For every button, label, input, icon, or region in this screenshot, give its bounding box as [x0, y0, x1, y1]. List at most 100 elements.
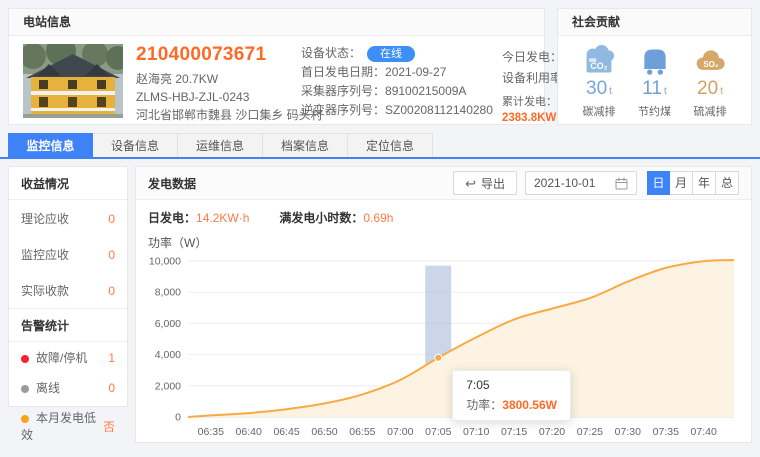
- svg-text:07:35: 07:35: [653, 426, 679, 438]
- svg-text:0: 0: [175, 412, 181, 424]
- svg-text:4,000: 4,000: [155, 349, 181, 361]
- export-button-label: 导出: [481, 175, 505, 192]
- co2-unit: t: [609, 86, 612, 97]
- station-owner: 赵海亮 20.7KW: [136, 70, 288, 88]
- first-gen-date-value: 2021-09-27: [385, 65, 446, 79]
- calendar-icon: [615, 177, 628, 190]
- co2-reduction-item: CO₂ 30t 碳减排: [574, 45, 624, 119]
- coal-value: 11: [642, 78, 662, 99]
- collector-sn-label: 采集器序列号：: [301, 84, 385, 98]
- device-status-label: 设备状态：: [301, 46, 361, 60]
- inverter-sn-label: 逆变器序列号：: [301, 103, 385, 117]
- alarm-item-low-efficiency: 本月发电低效 否: [9, 402, 127, 449]
- svg-text:07:15: 07:15: [501, 426, 527, 438]
- so2-unit: t: [720, 86, 723, 97]
- co2-reduction-icon: CO₂: [580, 45, 618, 77]
- station-identity: 210400073671 赵海亮 20.7KW ZLMS-HBJ-ZJL-024…: [136, 44, 288, 124]
- svg-text:CO₂: CO₂: [590, 61, 607, 71]
- coal-saving-item: 11t 节约煤: [630, 45, 680, 119]
- svg-text:07:40: 07:40: [691, 426, 717, 438]
- tab-maintenance-info[interactable]: 运维信息: [178, 133, 263, 158]
- revenue-item-monitored: 监控应收 0: [9, 236, 127, 272]
- co2-value: 30: [586, 78, 607, 99]
- tab-monitor-info[interactable]: 监控信息: [8, 133, 93, 158]
- station-device-info: 设备状态： 在线 首日发电日期：2021-09-27 采集器序列号：8910021…: [301, 44, 489, 124]
- svg-text:06:35: 06:35: [198, 426, 224, 438]
- station-address: 河北省邯郸市魏县 沙口集乡 码头村: [136, 106, 288, 124]
- so2-label: 硫减排: [685, 103, 735, 119]
- svg-text:SO₂: SO₂: [703, 60, 719, 69]
- sidebar-panel: 收益情况 理论应收 0 监控应收 0 实际收款 0 告警统计 故障/停机 1 离…: [8, 166, 128, 407]
- social-panel-title: 社会贡献: [558, 9, 751, 36]
- tooltip-label: 功率：: [466, 398, 502, 412]
- svg-text:6,000: 6,000: [155, 318, 181, 330]
- svg-text:06:55: 06:55: [349, 426, 375, 438]
- full-hours-label: 满发电小时数：: [279, 211, 363, 225]
- svg-text:07:10: 07:10: [463, 426, 489, 438]
- alarm-item-offline: 离线 0: [9, 372, 127, 402]
- status-badge: 在线: [367, 46, 415, 62]
- station-info-panel: 电站信息 210400073671 赵海亮 20.7KW ZLMS-HBJ-ZJ…: [8, 8, 545, 125]
- alarm-item-fault: 故障/停机 1: [9, 342, 127, 372]
- low-efficiency-dot-icon: [21, 415, 29, 423]
- alarm-label: 故障/停机: [36, 351, 87, 365]
- chart-panel-header: 发电数据 ↩ 导出 2021-10-01 日 月 年 总: [136, 167, 751, 200]
- today-gen-label: 今日发电：: [502, 46, 562, 68]
- view-day-button[interactable]: 日: [647, 171, 670, 195]
- alarm-label: 离线: [36, 381, 60, 395]
- alarm-value: 0: [108, 381, 115, 395]
- station-code: ZLMS-HBJ-ZJL-0243: [136, 88, 288, 106]
- main-tabbar: 监控信息 设备信息 运维信息 档案信息 定位信息: [8, 133, 433, 158]
- revenue-value: 0: [108, 248, 115, 262]
- generation-data-panel: 发电数据 ↩ 导出 2021-10-01 日 月 年 总 日发电：14.2KW·…: [135, 166, 752, 443]
- tab-location-info[interactable]: 定位信息: [348, 133, 433, 158]
- export-arrow-icon: ↩: [465, 177, 476, 190]
- svg-text:10,000: 10,000: [149, 256, 181, 268]
- so2-reduction-icon: SO₂: [691, 45, 729, 77]
- offline-dot-icon: [21, 385, 29, 393]
- svg-text:07:05: 07:05: [425, 426, 451, 438]
- svg-text:06:40: 06:40: [236, 426, 262, 438]
- alarm-value: 1: [108, 351, 115, 365]
- collector-sn-value: 89100215009A: [385, 84, 466, 98]
- fault-dot-icon: [21, 355, 29, 363]
- coal-unit: t: [664, 86, 667, 97]
- view-month-button[interactable]: 月: [670, 171, 693, 195]
- full-hours-value: 0.69h: [363, 211, 393, 225]
- chart-panel-title: 发电数据: [148, 175, 453, 192]
- station-body: 210400073671 赵海亮 20.7KW ZLMS-HBJ-ZJL-024…: [9, 36, 544, 132]
- tab-device-info[interactable]: 设备信息: [93, 133, 178, 158]
- first-gen-date-label: 首日发电日期：: [301, 65, 385, 79]
- revenue-value: 0: [108, 284, 115, 298]
- svg-text:06:45: 06:45: [273, 426, 299, 438]
- svg-text:07:00: 07:00: [387, 426, 413, 438]
- coal-label: 节约煤: [630, 103, 680, 119]
- tab-archive-info[interactable]: 档案信息: [263, 133, 348, 158]
- station-photo: [23, 44, 123, 118]
- social-contribution-panel: 社会贡献 CO₂ 30t 碳减排 11t 节约煤 SO₂: [557, 8, 752, 125]
- tabbar-underline: [0, 157, 760, 159]
- tooltip-value: 3800.56W: [502, 398, 557, 412]
- daily-gen-value: 14.2KW·h: [196, 211, 249, 225]
- svg-text:07:30: 07:30: [615, 426, 641, 438]
- date-picker-value: 2021-10-01: [534, 176, 615, 190]
- so2-value: 20: [697, 78, 718, 99]
- view-total-button[interactable]: 总: [716, 171, 739, 195]
- revenue-label: 实际收款: [21, 282, 69, 299]
- date-picker[interactable]: 2021-10-01: [525, 171, 637, 195]
- alarm-section-title: 告警统计: [9, 308, 127, 342]
- svg-text:07:20: 07:20: [539, 426, 565, 438]
- revenue-item-actual: 实际收款 0: [9, 272, 127, 308]
- co2-label: 碳减排: [574, 103, 624, 119]
- revenue-label: 理论应收: [21, 210, 69, 227]
- export-button[interactable]: ↩ 导出: [453, 171, 517, 195]
- y-axis-title: 功率（W）: [148, 234, 739, 251]
- svg-text:06:50: 06:50: [311, 426, 337, 438]
- station-id: 210400073671: [136, 44, 288, 66]
- chart-area: 02,0004,0006,0008,00010,00006:3506:4006:…: [148, 253, 741, 449]
- generation-chart-svg[interactable]: 02,0004,0006,0008,00010,00006:3506:4006:…: [148, 253, 741, 449]
- view-year-button[interactable]: 年: [693, 171, 716, 195]
- revenue-section-title: 收益情况: [9, 167, 127, 200]
- alarm-label: 本月发电低效: [21, 411, 96, 442]
- so2-reduction-item: SO₂ 20t 硫减排: [685, 45, 735, 119]
